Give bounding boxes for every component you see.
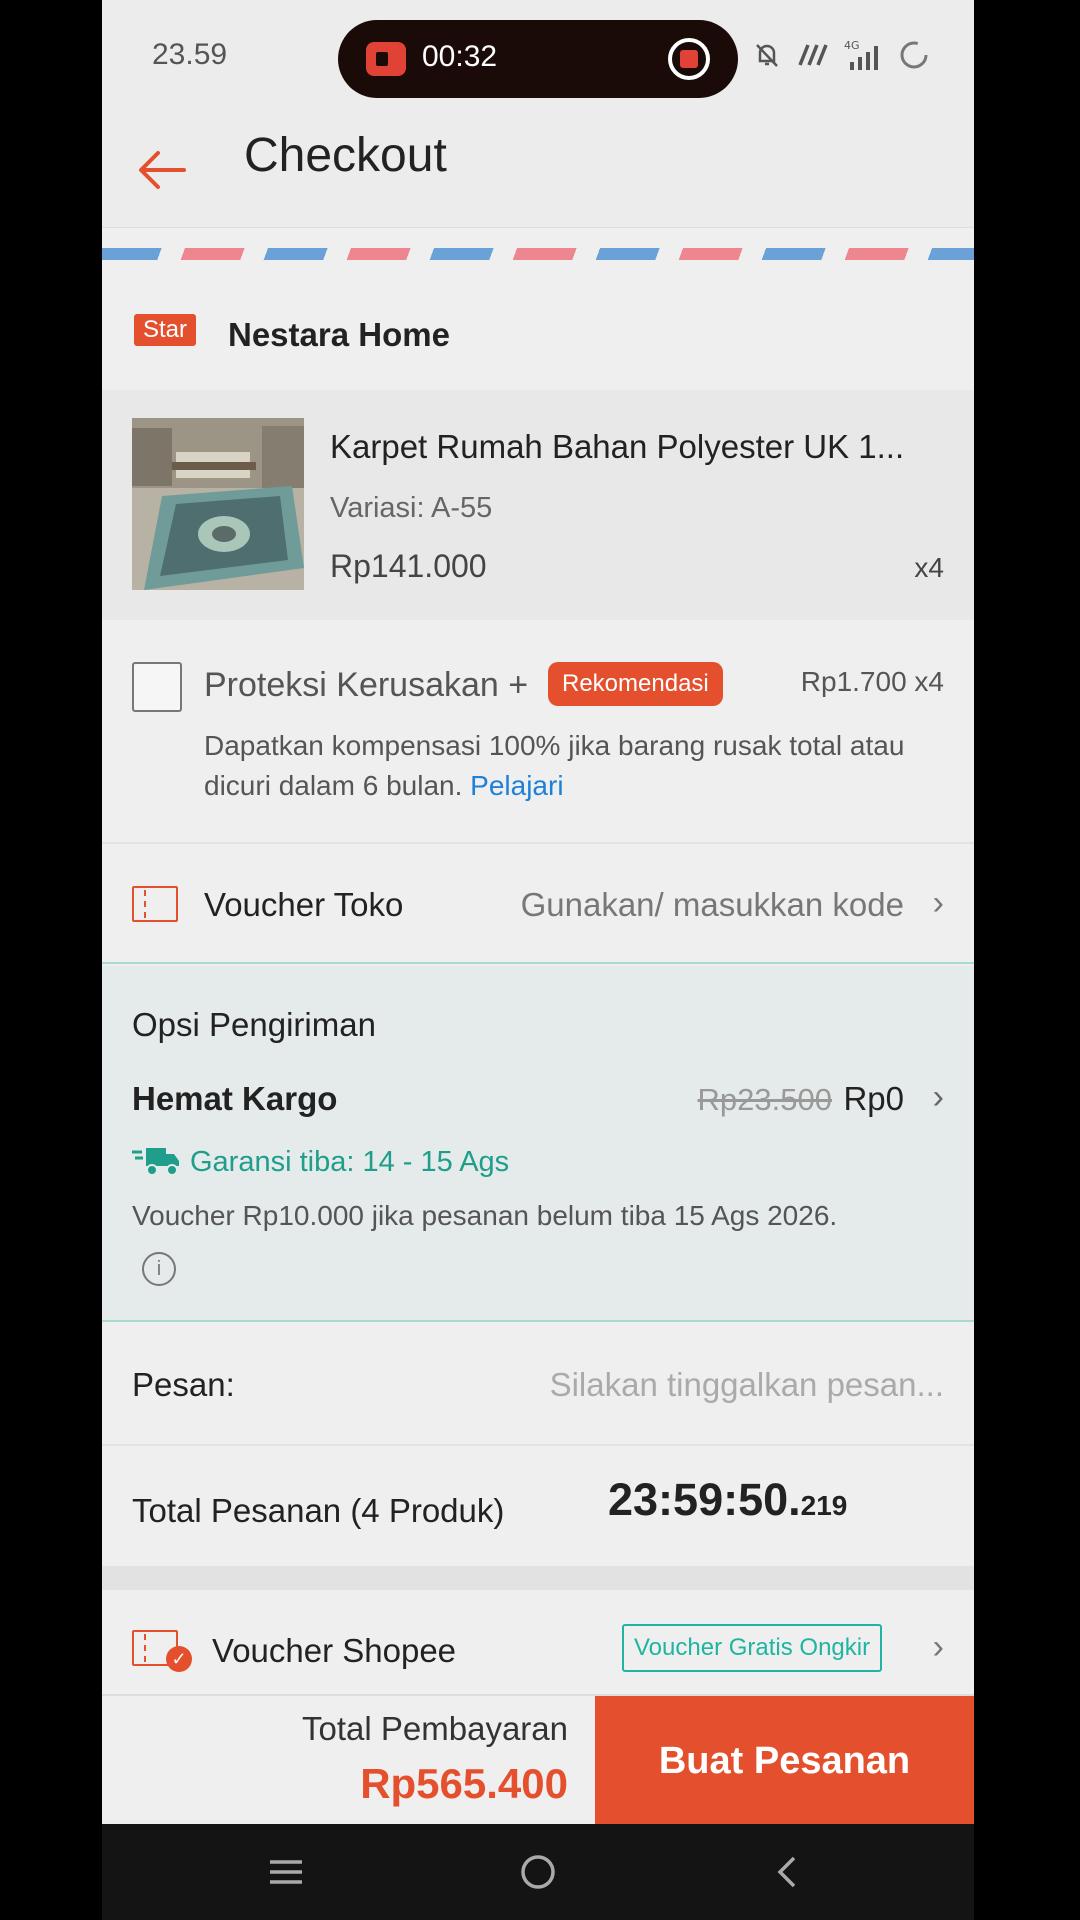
product-quantity: x4: [914, 552, 944, 583]
shipping-price: Rp0: [843, 1080, 904, 1117]
learn-more-link[interactable]: Pelajari: [470, 770, 563, 801]
protection-price: Rp1.700 x4: [800, 666, 944, 697]
total-payment-label: Total Pembayaran: [302, 1710, 568, 1747]
header: Checkout: [102, 120, 974, 228]
page-title: Checkout: [244, 129, 447, 182]
message-input[interactable]: [484, 1360, 944, 1410]
message-row: Pesan:: [102, 1322, 974, 1446]
shop-header[interactable]: Star Nestara Home: [102, 280, 974, 390]
back-arrow-icon[interactable]: [132, 140, 192, 200]
status-bar: 23.59 00:32 4G: [102, 0, 974, 120]
protection-title: Proteksi Kerusakan +: [204, 666, 529, 704]
status-time: 23.59: [152, 38, 228, 71]
product-variant: Variasi: A-55: [330, 492, 493, 524]
back-chevron-icon[interactable]: [758, 1846, 818, 1898]
shopee-voucher-row[interactable]: ✓ Voucher Shopee Voucher Gratis Ongkir ›: [102, 1590, 974, 1694]
airmail-divider: [102, 248, 974, 260]
chevron-right-icon: ›: [932, 1078, 944, 1116]
clock-main: 23:59:50.: [608, 1474, 801, 1525]
protection-checkbox[interactable]: [132, 662, 182, 712]
menu-icon[interactable]: [256, 1846, 316, 1898]
order-total-label: Total Pesanan (4 Produk): [132, 1492, 505, 1529]
shop-voucher-label: Voucher Toko: [204, 886, 404, 923]
delivery-guarantee: Garansi tiba: 14 - 15 Ags: [190, 1146, 510, 1178]
product-price: Rp141.000: [330, 548, 487, 584]
clock-ms: 219: [800, 1490, 848, 1521]
phone-screen: 23.59 00:32 4G Checkout Star Nestara Hom…: [102, 0, 974, 1920]
status-icons: 4G: [752, 38, 930, 72]
fast-truck-icon: [132, 1148, 179, 1176]
late-delivery-voucher-note: Voucher Rp10.000 jika pesanan belum tiba…: [132, 1200, 838, 1231]
damage-protection-section: Proteksi Kerusakan + Rekomendasi Rp1.700…: [102, 620, 974, 844]
home-circle-icon[interactable]: [508, 1846, 568, 1898]
bell-muted-icon: [756, 44, 778, 67]
shop-voucher-value: Gunakan/ masukkan kode: [520, 886, 904, 923]
shipping-method: Hemat Kargo: [132, 1080, 338, 1117]
stop-record-icon[interactable]: [668, 38, 710, 80]
shipping-original-price: Rp23.500: [697, 1082, 832, 1117]
svg-text:4G: 4G: [844, 39, 860, 52]
total-payment-value: Rp565.400: [360, 1760, 568, 1807]
product-item[interactable]: Karpet Rumah Bahan Polyester UK 1... Var…: [102, 390, 974, 620]
chevron-right-icon: ›: [932, 1628, 944, 1666]
section-divider: [102, 1566, 974, 1590]
loading-icon: [900, 41, 928, 69]
shopee-voucher-label: Voucher Shopee: [212, 1632, 457, 1669]
free-shipping-voucher-tag: Voucher Gratis Ongkir: [622, 1624, 883, 1672]
info-icon[interactable]: i: [142, 1252, 176, 1286]
shipping-options[interactable]: Opsi Pengiriman Hemat Kargo Rp23.500 Rp0…: [102, 966, 974, 1322]
product-name: Karpet Rumah Bahan Polyester UK 1...: [330, 428, 905, 465]
clock-overlay: 23:59:50.219: [608, 1474, 847, 1526]
signal-icon: 4G: [844, 39, 878, 70]
checkout-bar: Total Pembayaran Rp565.400 Buat Pesanan: [102, 1694, 974, 1826]
video-camera-icon: [366, 42, 406, 76]
voucher-ticket-icon: [132, 886, 178, 922]
shop-name: Nestara Home: [228, 316, 450, 353]
screen-record-pill[interactable]: 00:32: [338, 20, 738, 98]
chevron-right-icon: ›: [932, 884, 944, 922]
protection-description: Dapatkan kompensasi 100% jika barang rus…: [204, 726, 944, 806]
product-thumbnail: [132, 418, 304, 590]
recommendation-badge: Rekomendasi: [548, 662, 723, 706]
shipping-heading: Opsi Pengiriman: [132, 1006, 376, 1043]
system-nav-bar: [102, 1824, 974, 1920]
nfc-icon: [798, 44, 828, 66]
star-badge: Star: [134, 314, 197, 346]
shop-voucher-row[interactable]: Voucher Toko Gunakan/ masukkan kode ›: [102, 844, 974, 964]
order-total-row: Total Pesanan (4 Produk) 23:59:50.219: [102, 1446, 974, 1566]
check-icon: ✓: [166, 1646, 192, 1672]
record-timer: 00:32: [422, 40, 498, 73]
place-order-button[interactable]: Buat Pesanan: [595, 1696, 974, 1826]
message-label: Pesan:: [132, 1366, 235, 1403]
